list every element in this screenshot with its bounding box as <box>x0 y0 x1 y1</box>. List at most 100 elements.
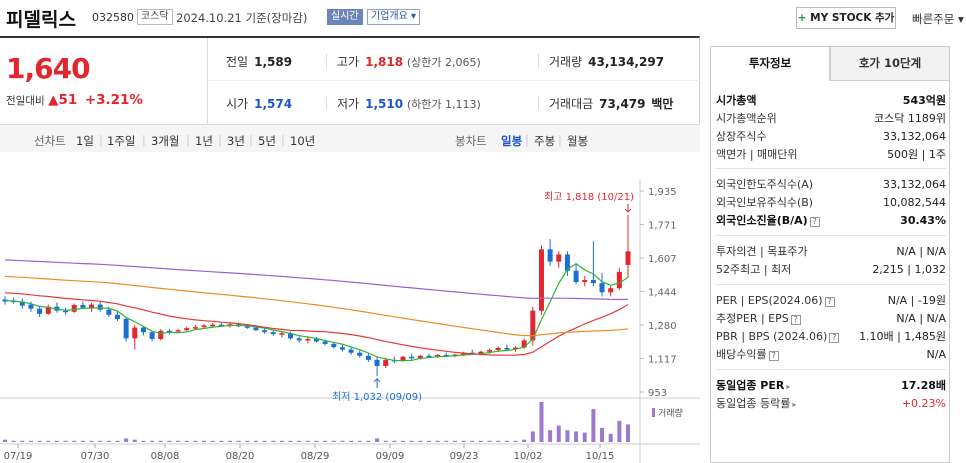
stat-value: 1,510 <box>365 97 404 111</box>
candle-daily[interactable]: 일봉 <box>501 133 522 149</box>
stat-label: 거래대금 <box>549 97 594 111</box>
help-icon[interactable]: ? <box>809 217 820 227</box>
volume-bar <box>444 440 449 442</box>
stock-name: 피델릭스 <box>6 9 76 31</box>
info-label: 동일업종 PER <box>716 379 785 392</box>
divider <box>716 235 946 236</box>
period-10y[interactable]: 10년 <box>290 133 315 149</box>
x-tick-label: 10/02 <box>514 451 543 462</box>
candle-body <box>192 327 198 329</box>
info-row: 동일업종 등락률 ▸ +0.23% <box>716 395 946 413</box>
candle-body <box>582 280 588 283</box>
info-row: 배당수익률? N/A <box>716 346 946 364</box>
stat-value: 73,479 <box>599 97 646 111</box>
candle-body <box>184 328 190 331</box>
candle-weekly[interactable]: 주봉 <box>534 133 555 149</box>
candle-body <box>547 249 553 262</box>
line-chart-label[interactable]: 선차트 <box>34 133 66 149</box>
info-row: 외국인소진율(B/A)? 30.43% <box>716 212 946 230</box>
market-badge: 코스닥 <box>137 9 173 25</box>
volume-legend-label: 거래량 <box>658 407 683 419</box>
volume-bar <box>478 440 483 442</box>
info-row: 시가총액 543억원 <box>716 92 946 110</box>
candle-body <box>365 355 371 360</box>
volume-bar <box>253 440 258 442</box>
divider <box>716 168 946 169</box>
volume-bar <box>591 409 596 442</box>
volume-bar <box>522 439 527 442</box>
change-label: 전일대비 <box>6 95 45 107</box>
volume-bar <box>106 440 111 442</box>
arrow-right-icon[interactable]: ▸ <box>792 400 796 409</box>
volume-bar <box>89 440 94 442</box>
help-icon[interactable]: ? <box>824 297 835 307</box>
period-1y[interactable]: 1년 <box>195 133 213 149</box>
volume-bar <box>210 440 215 442</box>
stat-prev-close: 전일 1,589 <box>226 53 292 70</box>
candle-body <box>296 338 302 341</box>
y-tick-label: 1,771 <box>648 221 677 232</box>
info-value: N/A | N/A <box>896 245 946 258</box>
volume-bar <box>46 440 51 442</box>
candle-monthly[interactable]: 월봉 <box>567 133 588 149</box>
candle-body <box>106 309 112 315</box>
period-1w[interactable]: 1주일 <box>107 133 135 149</box>
volume-bar <box>124 438 129 442</box>
info-row: 시가총액순위 코스닥 1189위 <box>716 110 946 128</box>
info-value: 1.10배 | 1,485원 <box>859 330 946 343</box>
quick-order-menu[interactable]: 빠른주문 ▾ <box>912 11 964 27</box>
candle-body <box>175 330 181 332</box>
x-tick-label: 08/29 <box>301 451 330 462</box>
help-icon[interactable]: ? <box>829 333 840 343</box>
candle-body <box>357 352 363 356</box>
candle-body <box>201 325 207 328</box>
info-row: 추정PER | EPS? N/A | N/A <box>716 310 946 328</box>
volume-bar <box>383 440 388 442</box>
stock-code: 032580 <box>92 11 134 24</box>
volume-bar <box>184 440 189 442</box>
help-icon[interactable]: ? <box>790 315 801 325</box>
volume-bar <box>176 440 181 442</box>
arrow-right-icon[interactable]: ▸ <box>786 382 790 391</box>
volume-bar <box>530 431 535 442</box>
x-tick-label: 09/23 <box>450 451 479 462</box>
realtime-badge[interactable]: 실시간 <box>327 9 363 25</box>
add-my-stock-button[interactable]: + MY STOCK 추가 <box>796 7 896 29</box>
candle-body <box>28 304 34 309</box>
candle-chart-label[interactable]: 봉차트 <box>455 133 487 149</box>
divider <box>326 54 327 68</box>
chart-period-bar: 선차트 1일 | 1주일 | 3개월 | 1년 | 3년 | 5년 | 10년 … <box>0 124 700 154</box>
investment-info-panel: 투자정보 호가 10단계 시가총액 543억원 시가총액순위 코스닥 1189위 상장주… <box>710 46 956 463</box>
volume-bar <box>11 440 16 442</box>
candle-body <box>80 305 86 308</box>
volume-bar <box>132 439 137 442</box>
period-3y[interactable]: 3년 <box>227 133 245 149</box>
stat-label: 시가 <box>226 97 249 111</box>
volume-bar <box>548 430 553 442</box>
volume-bar <box>626 424 630 442</box>
lower-limit: (하한가 1,113) <box>406 98 481 111</box>
candle-body <box>487 350 493 352</box>
volume-bar <box>574 431 579 442</box>
candlestick-chart[interactable]: 1,935 1,771 1,607 1,444 1,280 1,117 953 거래량 07/1… <box>0 152 700 463</box>
info-row: PBR | BPS (2024.06)? 1.10배 | 1,485원 <box>716 328 946 346</box>
y-tick-label: 1,935 <box>648 187 677 198</box>
volume-bar <box>426 440 431 442</box>
info-row: 52주최고 | 최저 2,215 | 1,032 <box>716 261 946 279</box>
tab-order-book[interactable]: 호가 10단계 <box>830 46 950 81</box>
tab-investment-info[interactable]: 투자정보 <box>710 46 830 81</box>
period-5y[interactable]: 5년 <box>258 133 276 149</box>
help-icon[interactable]: ? <box>768 351 779 361</box>
info-label: 외국인소진율(B/A) <box>716 214 808 227</box>
candle-body <box>538 249 544 311</box>
period-3m[interactable]: 3개월 <box>151 133 179 149</box>
stat-label: 저가 <box>337 97 360 111</box>
company-overview-dropdown[interactable]: 기업개요 ▾ <box>367 9 420 25</box>
volume-bar <box>496 440 501 442</box>
period-1d[interactable]: 1일 <box>76 133 94 149</box>
candle-body <box>383 359 389 367</box>
candle-body <box>616 271 622 289</box>
price-change: 전일대비 ▲51 +3.21% <box>6 92 143 108</box>
stat-value: 1,818 <box>365 55 404 69</box>
volume-bar <box>37 440 42 442</box>
